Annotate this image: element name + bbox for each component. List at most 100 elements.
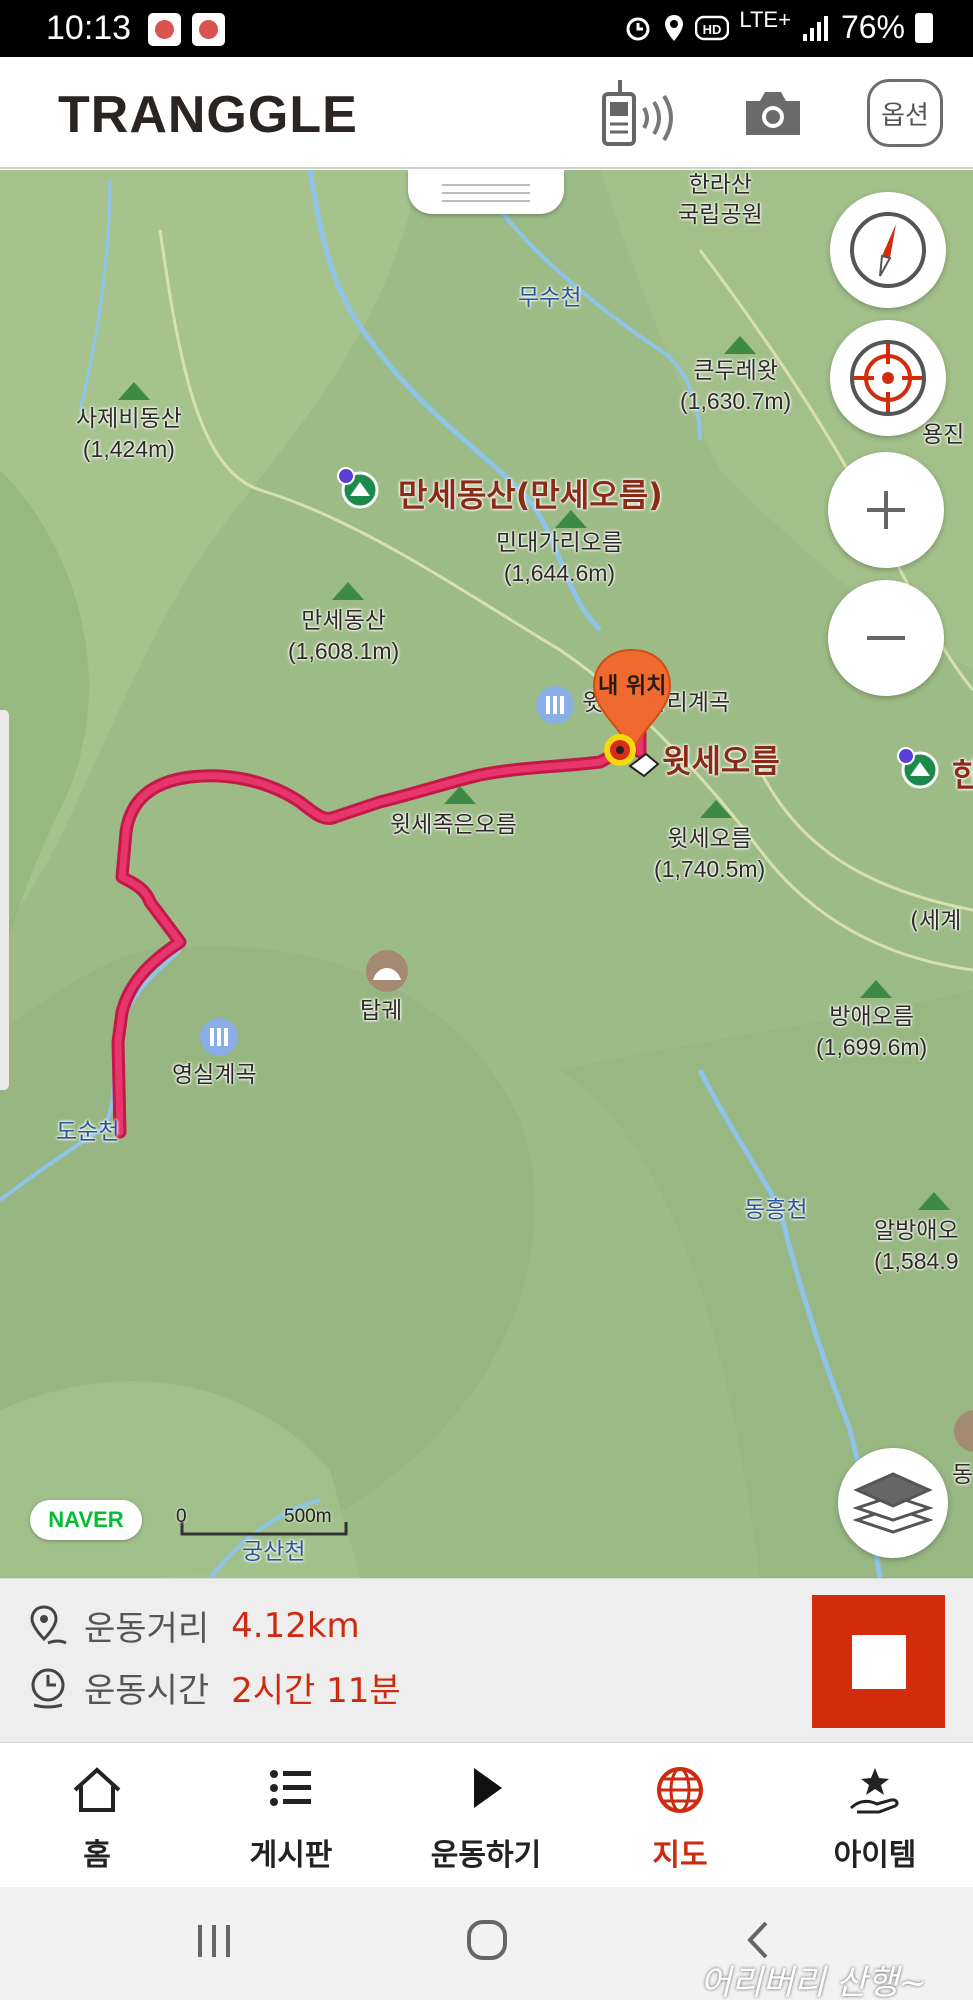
layers-icon [853, 1472, 933, 1534]
play-icon [474, 1768, 502, 1808]
direction-arrow-icon [628, 752, 660, 778]
target-icon [850, 340, 926, 416]
valley-icon [536, 686, 574, 724]
walkie-talkie-button[interactable] [598, 75, 682, 151]
watermark: 어리버리 산행~ [700, 1963, 927, 2000]
nav-items[interactable]: 아이템 [778, 1744, 972, 1887]
nav-board[interactable]: 게시판 [194, 1744, 388, 1887]
app-header: TRANGGLE 옵션 [0, 57, 973, 169]
options-button[interactable]: 옵션 [867, 79, 943, 147]
map-label-keundure: 큰두레왓 (1,630.7m) [680, 358, 792, 414]
time-value: 2시간 11분 [231, 1671, 401, 1711]
mountain-icon [700, 800, 732, 818]
network-type: LTE+ [739, 6, 791, 32]
nav-workout[interactable]: 운동하기 [389, 1744, 583, 1887]
nav-map[interactable]: 지도 [583, 1744, 777, 1887]
recent-apps-icon[interactable] [196, 1921, 232, 1961]
clock-icon [31, 1668, 65, 1708]
battery-icon [915, 12, 933, 43]
list-icon [270, 1770, 311, 1806]
notification-icon [192, 13, 225, 46]
tranggle-logo: TRANGGLE [58, 86, 358, 144]
bottom-navigation: 홈 게시판 운동하기 지도 아이템 [0, 1744, 973, 1887]
distance-value: 4.12km [231, 1605, 360, 1646]
mountain-icon [555, 510, 587, 528]
map-label-dong: 동 [952, 1462, 973, 1488]
my-location-label: 내 위치 [598, 674, 667, 699]
status-bar: 10:13 HD LTE+ 76% [0, 0, 973, 57]
nav-items-label: 아이템 [833, 1838, 917, 1873]
mountain-icon [332, 582, 364, 600]
scale-zero: 0 [176, 1506, 187, 1527]
distance-row: 운동거리 4.12km [28, 1601, 360, 1650]
map-label-yeongsil: 영실계곡 [172, 1062, 257, 1088]
status-icons: HD LTE+ 76% [623, 6, 933, 46]
distance-pin-icon [30, 1604, 67, 1644]
mountain-icon [724, 336, 756, 354]
mountain-poi-icon[interactable] [336, 466, 380, 510]
compass-button[interactable] [830, 192, 946, 308]
map-label-sajebi: 사제비동산 (1,424m) [76, 406, 182, 462]
mountain-icon [860, 980, 892, 998]
minus-icon [867, 636, 905, 640]
alarm-icon [626, 17, 650, 40]
map-label-gungsan: 궁산천 [242, 1539, 306, 1565]
scale-distance: 500m [284, 1506, 332, 1527]
naver-logo[interactable]: NAVER [30, 1500, 142, 1540]
signal-icon [802, 15, 828, 41]
map-label-segye: (세계 [910, 908, 962, 934]
workout-stats: 운동거리 4.12km 운동시간 2시간 11분 [0, 1578, 973, 1743]
map-label-musucheon: 무수천 [518, 285, 582, 311]
map-label-witsejok: 윗세족은오름 [390, 812, 517, 838]
map-label-albangae: 알방애오 (1,584.9 [874, 1218, 959, 1274]
nav-home[interactable]: 홈 [0, 1744, 194, 1887]
map-label-tapgwe: 탑궤 [360, 998, 403, 1024]
map-label-bangae: 방애오름 (1,699.6m) [816, 1004, 928, 1060]
compass-icon [850, 212, 926, 288]
map-label-han: 한 [952, 756, 973, 794]
home-circle-icon[interactable] [466, 1919, 508, 1961]
map-label-manse: 만세동산 (1,608.1m) [288, 608, 400, 664]
shelter-icon [366, 950, 408, 992]
side-drawer-handle[interactable] [0, 710, 9, 1090]
nav-board-label: 게시판 [249, 1838, 333, 1873]
stop-button[interactable] [812, 1595, 945, 1728]
mountain-icon [118, 382, 150, 400]
map-label-dosuncheon: 도순천 [56, 1119, 120, 1145]
map-label-mindaegari: 민대가리오름 (1,644.6m) [496, 530, 623, 586]
walkie-talkie-icon [602, 80, 673, 146]
stop-icon [851, 1634, 906, 1689]
mountain-poi-icon[interactable] [896, 746, 940, 790]
map-label-yongjin: 용진 [922, 422, 965, 448]
battery-percent: 76% [840, 9, 905, 45]
distance-label: 운동거리 [84, 1609, 210, 1649]
notification-icon [148, 13, 181, 46]
map-label-witse: 윗세오름 (1,740.5m) [654, 826, 766, 882]
shelter-icon [954, 1410, 973, 1452]
map-label-manse-poi[interactable]: 만세동산(만세오름) [398, 470, 663, 516]
map-label-donghung: 동흥천 [744, 1197, 808, 1223]
zoom-out-button[interactable] [828, 580, 944, 696]
mountain-icon [444, 786, 476, 804]
zoom-in-button[interactable] [828, 452, 944, 568]
nav-home-label: 홈 [83, 1838, 111, 1873]
camera-icon [746, 92, 800, 135]
map-layers-button[interactable] [838, 1448, 948, 1558]
nav-map-label: 지도 [652, 1838, 708, 1873]
svg-text:HD: HD [703, 22, 722, 37]
home-icon [73, 1767, 121, 1812]
map-drawer-handle[interactable] [408, 170, 564, 214]
hd-icon: HD [695, 15, 730, 40]
location-icon [665, 14, 684, 41]
locate-button[interactable] [830, 320, 946, 436]
map-label-witse-poi[interactable]: 윗세오름 [662, 736, 780, 782]
time-row: 운동시간 2시간 11분 [28, 1663, 401, 1712]
valley-icon [200, 1018, 238, 1056]
plus-icon [867, 491, 905, 529]
camera-button[interactable] [740, 75, 806, 151]
clock: 10:13 [46, 9, 132, 47]
hand-star-icon [849, 1768, 899, 1814]
map-view[interactable]: 한라산 국립공원 무수천 큰두레왓 (1,630.7m) 사제비동산 (1,424m)… [0, 170, 973, 1578]
map-label-hallasan: 한라산 국립공원 [678, 172, 763, 228]
mountain-icon [918, 1192, 950, 1210]
